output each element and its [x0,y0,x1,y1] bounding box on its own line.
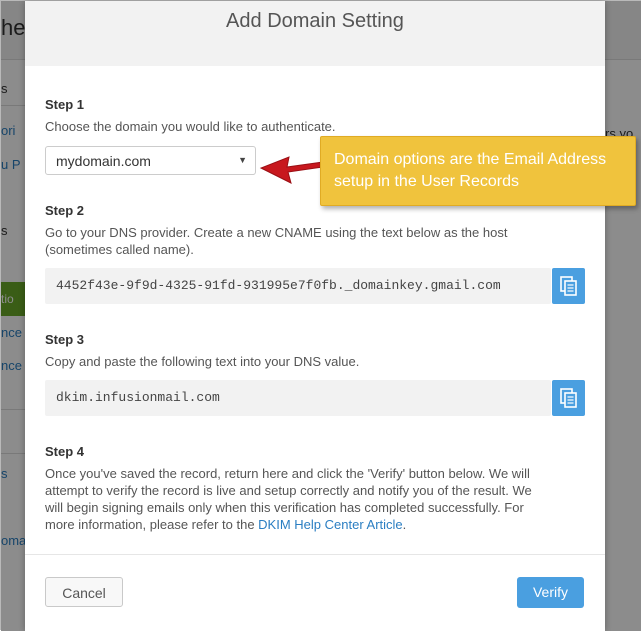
add-domain-modal: Add Domain Setting Step 1 Choose the dom… [25,1,605,631]
dns-value-field[interactable]: dkim.infusionmail.com [45,380,551,416]
domain-select-value: mydomain.com [56,153,151,169]
step4-text-suffix: . [402,517,407,532]
step3-title: Step 3 [45,332,85,347]
step4-title: Step 4 [45,444,85,459]
modal-header: Add Domain Setting [25,1,605,66]
cname-host-field[interactable]: 4452f43e-9f9d-4325-91fd-931995e7f0fb._do… [45,268,551,304]
verify-button[interactable]: Verify [517,577,584,608]
dkim-help-link[interactable]: DKIM Help Center Article [258,517,403,532]
cancel-button[interactable]: Cancel [45,577,123,607]
annotation-text: Domain options are the Email Address set… [334,149,634,193]
step3-text: Copy and paste the following text into y… [45,354,360,369]
step4-text-line2: attempt to verify the record is live and… [45,483,532,498]
annotation-line1: Domain options are the Email Address [334,151,607,168]
annotation-callout: Domain options are the Email Address set… [320,136,636,206]
step1-text: Choose the domain you would like to auth… [45,119,336,134]
dns-value: dkim.infusionmail.com [56,390,220,405]
caret-down-icon: ▼ [238,155,247,165]
copy-host-button[interactable] [552,268,585,304]
step2-title: Step 2 [45,203,85,218]
step4-text-prefix: more information, please refer to the [45,517,259,532]
step4-text-line4: more information, please refer to the DK… [45,516,406,533]
step2-text-line1: Go to your DNS provider. Create a new CN… [45,225,508,240]
modal-title: Add Domain Setting [226,10,404,32]
step4-text-line1: Once you've saved the record, return her… [45,466,530,481]
copy-value-button[interactable] [552,380,585,416]
annotation-arrow [259,156,324,184]
cname-host-value: 4452f43e-9f9d-4325-91fd-931995e7f0fb._do… [56,278,501,293]
annotation-line2: setup in the User Records [334,173,519,190]
copy-icon [560,276,577,296]
domain-select[interactable]: mydomain.com ▼ [45,146,256,175]
step2-text-line2: (sometimes called name). [45,242,194,257]
step1-title: Step 1 [45,97,85,112]
footer-divider [25,554,605,555]
step4-text-line3: will begin signing emails only when this… [45,500,524,515]
copy-icon [560,388,577,408]
